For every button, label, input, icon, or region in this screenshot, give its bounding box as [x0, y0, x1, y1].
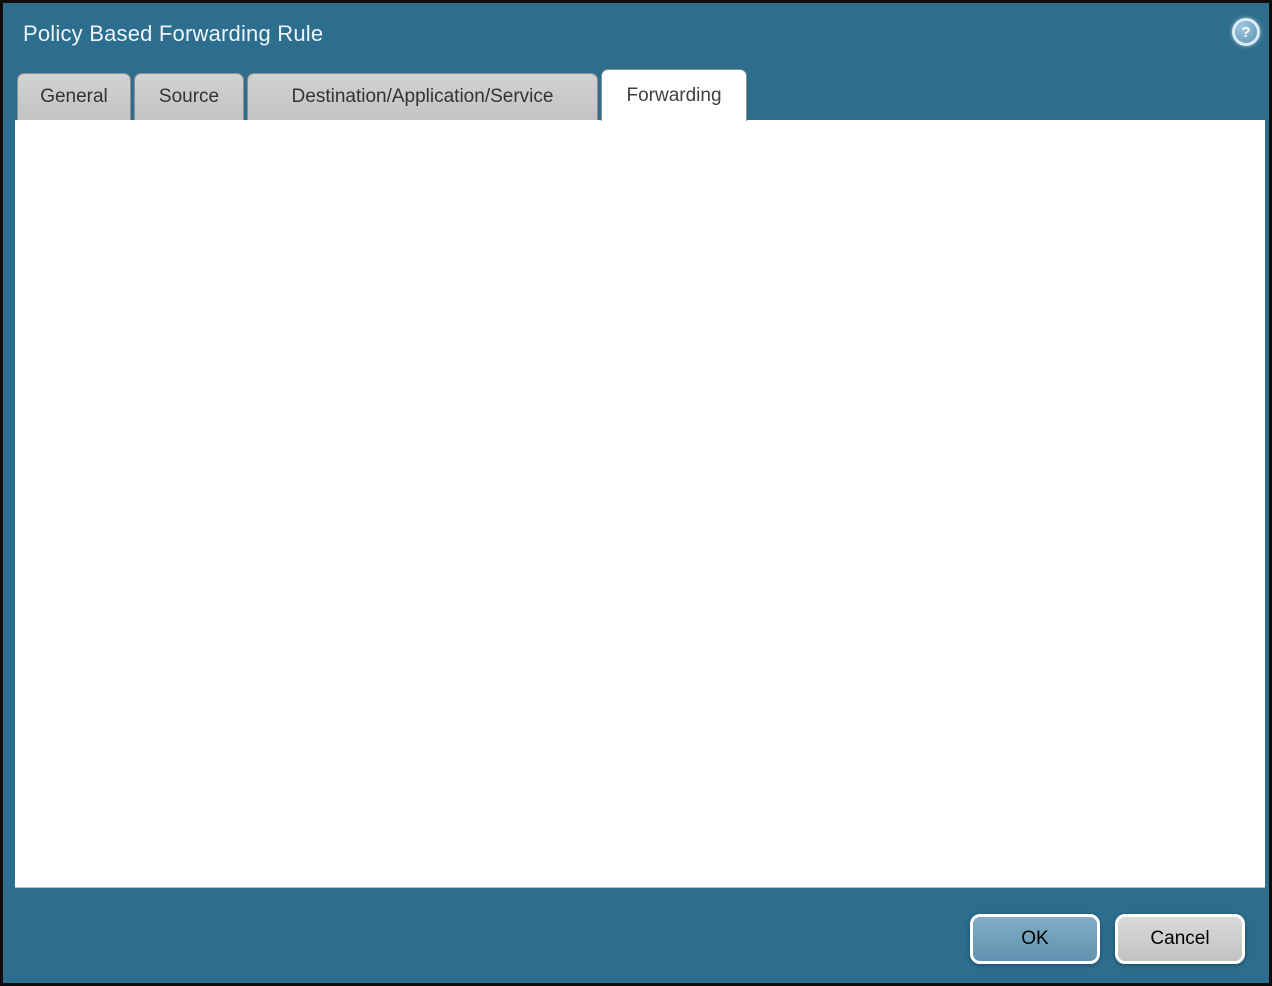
- tab-forwarding[interactable]: Forwarding: [601, 69, 747, 121]
- tab-source[interactable]: Source: [134, 73, 244, 120]
- tab-content-forwarding: [15, 120, 1265, 888]
- policy-based-forwarding-dialog: Policy Based Forwarding Rule ? General S…: [0, 0, 1272, 986]
- cancel-button[interactable]: Cancel: [1115, 914, 1245, 964]
- help-icon[interactable]: ?: [1232, 18, 1260, 46]
- tab-destination-application-service[interactable]: Destination/Application/Service: [247, 73, 598, 120]
- dialog-title: Policy Based Forwarding Rule: [23, 21, 323, 47]
- ok-button[interactable]: OK: [970, 914, 1100, 964]
- tab-general[interactable]: General: [17, 73, 131, 120]
